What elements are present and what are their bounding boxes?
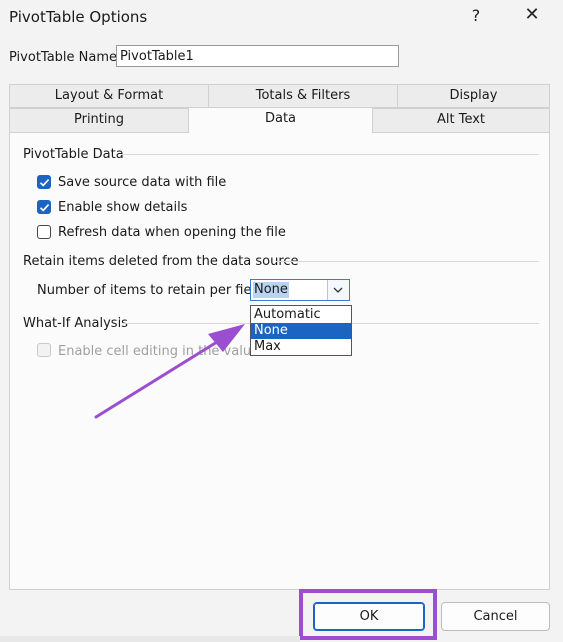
bottom-strip (0, 636, 300, 642)
tab-totals-filters[interactable]: Totals & Filters (208, 84, 398, 108)
save-source-data-label: Save source data with file (58, 175, 227, 190)
help-button[interactable]: ? (465, 6, 487, 25)
refresh-data-label: Refresh data when opening the file (58, 225, 286, 240)
tab-alt-text[interactable]: Alt Text (372, 108, 550, 133)
tab-display[interactable]: Display (397, 84, 550, 108)
tab-printing[interactable]: Printing (9, 108, 189, 133)
enable-show-details-checkbox[interactable] (37, 200, 51, 214)
enable-show-details-label: Enable show details (58, 200, 188, 215)
tab-layout-format[interactable]: Layout & Format (9, 84, 209, 108)
annotation-highlight-box (299, 589, 437, 640)
dropdown-option-none[interactable]: None (251, 323, 351, 339)
dropdown-option-max[interactable]: Max (251, 339, 351, 355)
dropdown-toggle[interactable] (327, 280, 349, 300)
check-icon (39, 204, 50, 212)
retain-items-dropdown-list: Automatic None Max (250, 305, 352, 356)
enable-cell-editing-checkbox (37, 343, 51, 357)
section-what-if: What-If Analysis (23, 316, 128, 331)
retain-items-field-label: Number of items to retain per field: (37, 283, 268, 298)
enable-cell-editing-label: Enable cell editing in the values a (58, 344, 278, 359)
section-pivottable-data: PivotTable Data (23, 147, 124, 162)
section-divider (276, 261, 539, 262)
section-divider (121, 154, 539, 155)
close-button[interactable]: ✕ (521, 4, 543, 25)
pivottable-name-input[interactable]: PivotTable1 (116, 45, 399, 67)
check-icon (39, 179, 50, 187)
section-retain-items: Retain items deleted from the data sourc… (23, 254, 299, 269)
save-source-data-checkbox[interactable] (37, 175, 51, 189)
retain-items-select[interactable]: None (250, 279, 350, 301)
refresh-data-checkbox[interactable] (37, 225, 51, 239)
tab-data[interactable]: Data (188, 107, 373, 133)
cancel-button[interactable]: Cancel (441, 602, 550, 631)
title-bar: PivotTable Options ? ✕ (0, 0, 563, 36)
dropdown-option-automatic[interactable]: Automatic (251, 307, 351, 323)
retain-items-selected-value: None (253, 282, 289, 298)
chevron-down-icon (333, 287, 343, 293)
pivottable-name-label: PivotTable Name: (9, 50, 122, 65)
dialog-title: PivotTable Options (9, 8, 148, 26)
